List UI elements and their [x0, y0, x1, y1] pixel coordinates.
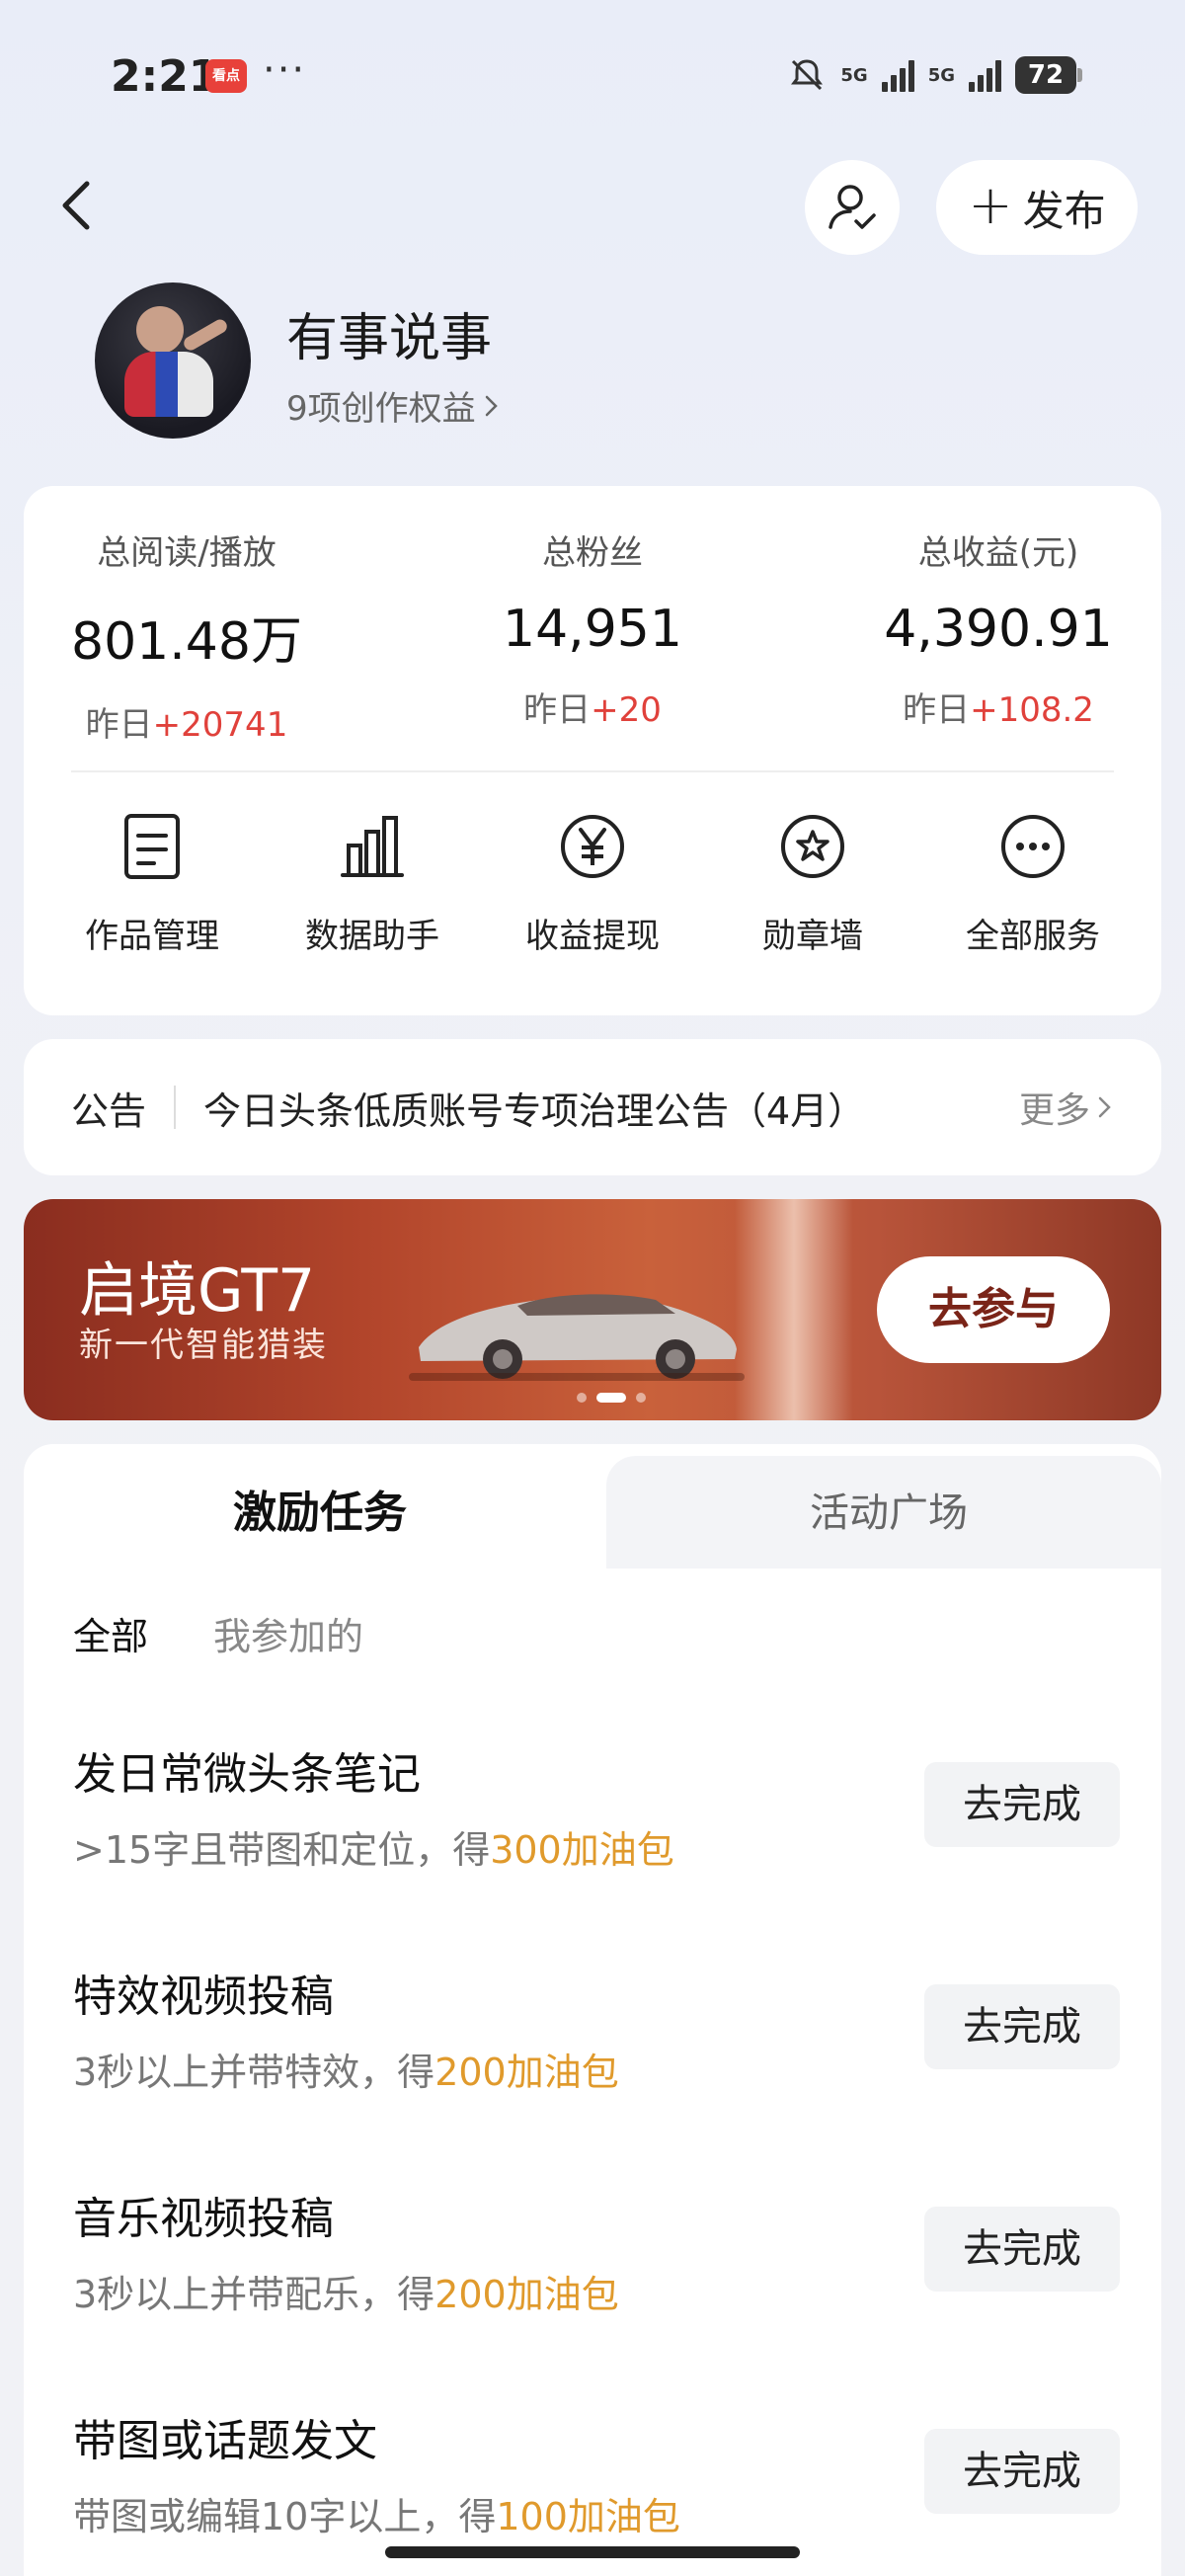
status-icons: 5G 5G 72: [787, 55, 1082, 95]
chevron-left-icon: [62, 181, 90, 230]
creator-rights-label: 9项创作权益: [286, 389, 476, 429]
signal-icon-1: [881, 58, 914, 92]
banner-subtitle: 新一代智能猎装: [79, 1326, 328, 1365]
announcement-tag: 公告: [71, 1088, 147, 1133]
battery-icon: 72: [1015, 56, 1082, 94]
status-bar: 2:21 看点 ··· 5G 5G 72: [0, 0, 1185, 158]
plus-icon: +: [968, 174, 1013, 236]
join-button[interactable]: 去参与: [877, 1256, 1110, 1363]
stat-delta: 昨日+108.2: [903, 690, 1094, 730]
divider: [71, 770, 1114, 772]
network-label-1: 5G: [840, 64, 868, 86]
task-item: 音乐视频投稿 3秒以上并带配乐，得200加油包 去完成: [73, 2183, 1120, 2341]
profile-name: 有事说事: [286, 309, 493, 368]
announcement-bar[interactable]: 公告 今日头条低质账号专项治理公告（4月） 更多: [24, 1039, 1161, 1175]
signal-icon-2: [969, 58, 1001, 92]
more-circle-icon: [1001, 815, 1065, 878]
more-notifications-icon: ···: [263, 47, 307, 93]
stat-total-fans[interactable]: 总粉丝 14,951 昨日+20: [430, 525, 755, 731]
home-indicator[interactable]: [385, 2546, 800, 2558]
service-withdraw[interactable]: 收益提现: [494, 812, 691, 957]
service-works-management[interactable]: 作品管理: [53, 812, 251, 957]
announcement-text[interactable]: 今日头条低质账号专项治理公告（4月）: [203, 1081, 1019, 1135]
user-check-button[interactable]: [805, 160, 900, 255]
service-label: 全部服务: [966, 917, 1100, 956]
stats-card: 总阅读/播放 801.48万 昨日+20741 总粉丝 14,951 昨日+20…: [24, 486, 1161, 1015]
more-link[interactable]: 更多: [1019, 1082, 1114, 1133]
filter-joined[interactable]: 我参加的: [213, 1606, 363, 1660]
status-time: 2:21: [111, 51, 219, 102]
chevron-right-icon: [485, 395, 498, 416]
stat-total-income[interactable]: 总收益(元) 4,390.91 昨日+108.2: [835, 525, 1161, 731]
network-label-2: 5G: [927, 64, 955, 86]
app-notification-icon: 看点: [205, 59, 247, 93]
service-label: 数据助手: [305, 917, 439, 956]
task-item: 特效视频投稿 3秒以上并带特效，得200加油包 去完成: [73, 1961, 1120, 2119]
stat-label: 总粉丝: [542, 533, 643, 573]
medal-icon: [781, 815, 844, 878]
avatar[interactable]: [95, 282, 251, 439]
tasks-panel: 激励任务 活动广场 全部 我参加的 发日常微头条笔记 >15字且带图和定位，得3…: [24, 1444, 1161, 2576]
complete-task-button[interactable]: 去完成: [924, 2429, 1120, 2514]
stat-value: 801.48万: [71, 612, 302, 672]
publish-button[interactable]: + 发布: [936, 160, 1138, 255]
yen-icon: [561, 815, 624, 878]
back-button[interactable]: [49, 176, 109, 235]
stat-delta: 昨日+20741: [85, 705, 288, 745]
task-item: 带图或话题发文 带图或编辑10字以上，得100加油包 去完成: [73, 2405, 1120, 2563]
creator-rights-link[interactable]: 9项创作权益: [286, 381, 502, 430]
publish-label: 发布: [1022, 186, 1106, 235]
task-item: 发日常微头条笔记 >15字且带图和定位，得300加油包 去完成: [73, 1738, 1120, 1896]
chevron-right-icon: [1098, 1096, 1111, 1118]
stat-value: 14,951: [503, 600, 682, 659]
stat-total-reads[interactable]: 总阅读/播放 801.48万 昨日+20741: [24, 525, 350, 746]
tab-activity-square[interactable]: 活动广场: [616, 1444, 1161, 1569]
stat-label: 总收益(元): [917, 533, 1079, 573]
document-icon: [124, 814, 180, 879]
user-check-icon: [829, 185, 876, 229]
divider: [174, 1086, 177, 1129]
more-label: 更多: [1018, 1090, 1090, 1131]
stat-delta: 昨日+20: [523, 690, 662, 730]
service-label: 收益提现: [525, 917, 660, 956]
banner-title: 启境GT7: [79, 1256, 316, 1326]
complete-task-button[interactable]: 去完成: [924, 1984, 1120, 2069]
mute-icon: [791, 59, 824, 91]
complete-task-button[interactable]: 去完成: [924, 1762, 1120, 1847]
bar-chart-icon: [341, 816, 404, 877]
service-all-services[interactable]: 全部服务: [934, 812, 1132, 957]
stat-label: 总阅读/播放: [97, 533, 276, 573]
car-image: [409, 1294, 745, 1381]
complete-task-button[interactable]: 去完成: [924, 2207, 1120, 2292]
service-data-assistant[interactable]: 数据助手: [274, 812, 471, 957]
service-medal-wall[interactable]: 勋章墙: [714, 812, 911, 957]
service-label: 作品管理: [85, 917, 219, 956]
banner-pager: [577, 1393, 646, 1403]
tab-incentive-tasks[interactable]: 激励任务: [24, 1444, 616, 1569]
promo-banner[interactable]: 启境GT7 新一代智能猎装 去参与: [24, 1199, 1161, 1420]
stat-value: 4,390.91: [884, 600, 1113, 659]
filter-all[interactable]: 全部: [73, 1606, 148, 1660]
service-label: 勋章墙: [762, 917, 863, 956]
